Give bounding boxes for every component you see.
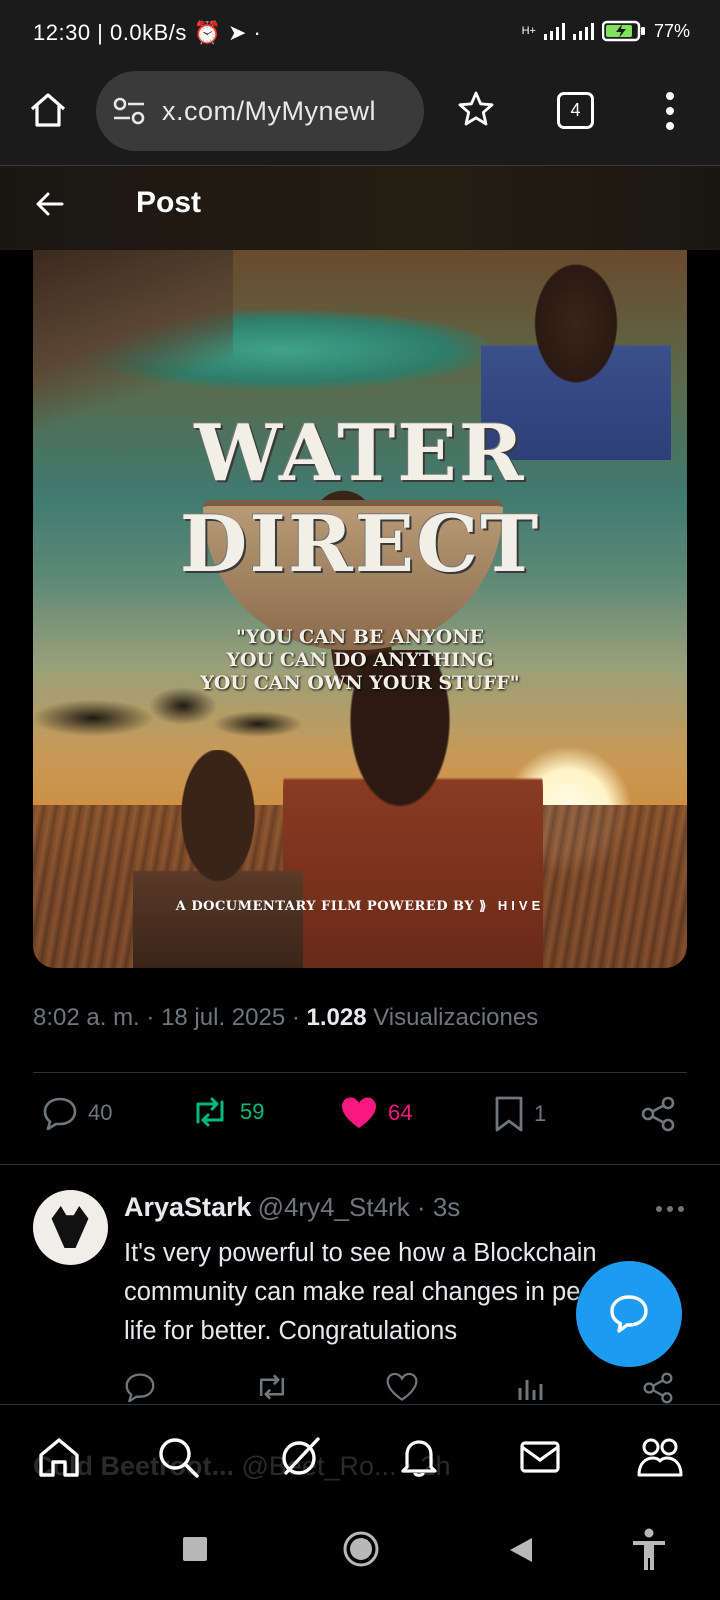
views-label: Visualizaciones bbox=[373, 1004, 539, 1031]
messages-icon[interactable] bbox=[518, 1435, 562, 1479]
next-reply-ghost: Cold Beetroot... @Beet_Ro... · 2h bbox=[33, 1451, 451, 1481]
like-count: 64 bbox=[388, 1100, 413, 1125]
share-icon bbox=[641, 1096, 675, 1132]
system-nav-bar bbox=[0, 1506, 720, 1600]
network-type: H+ bbox=[521, 25, 536, 37]
home-icon[interactable] bbox=[28, 90, 68, 130]
share-button[interactable] bbox=[640, 1096, 676, 1132]
grok-icon[interactable] bbox=[278, 1435, 322, 1479]
poster-woman bbox=[283, 650, 543, 968]
poster-headline: WATER DIRECT bbox=[179, 408, 541, 590]
repost-button[interactable]: 59 bbox=[190, 1096, 264, 1128]
reply-button[interactable]: 40 bbox=[42, 1096, 112, 1130]
wolf-sigil-icon bbox=[51, 1206, 89, 1248]
post-date: 18 jul. 2025 bbox=[161, 1004, 286, 1031]
status-bar: 12:30 | 0.0kB/s ⏰ ➤ · H+ 77% bbox=[0, 0, 720, 66]
avatar[interactable] bbox=[33, 1190, 108, 1265]
bookmark-count: 1 bbox=[534, 1101, 547, 1126]
system-home-icon[interactable] bbox=[342, 1530, 380, 1573]
communities-icon[interactable] bbox=[636, 1435, 684, 1479]
browser-toolbar: x.com/MyMynewl 4 bbox=[0, 66, 720, 166]
signal-icon bbox=[543, 22, 565, 40]
back-arrow-icon[interactable] bbox=[34, 188, 66, 220]
poster-quote: "YOU CAN BE ANYONE YOU CAN DO ANYTHING Y… bbox=[200, 626, 520, 694]
post-meta: 8:02 a. m. · 18 jul. 2025 · 1.028 Visual… bbox=[33, 1004, 539, 1031]
status-time: 12:30 | 0.0kB/s ⏰ ➤ · bbox=[33, 20, 262, 45]
site-settings-icon[interactable] bbox=[112, 96, 146, 126]
post-image[interactable]: WATER DIRECT "YOU CAN BE ANYONE YOU CAN … bbox=[33, 250, 687, 968]
home-icon[interactable] bbox=[37, 1435, 81, 1479]
post-actions: 40 59 64 1 bbox=[0, 1096, 720, 1144]
views-icon[interactable] bbox=[516, 1372, 546, 1407]
signal-2-icon bbox=[572, 22, 594, 40]
tab-switcher-button[interactable]: 4 bbox=[557, 92, 594, 129]
divider bbox=[0, 1164, 720, 1165]
page-title: Post bbox=[136, 186, 202, 219]
more-options-icon[interactable] bbox=[656, 1206, 684, 1212]
reply-author[interactable]: AryaStark @4ry4_St4rk · 3s bbox=[124, 1192, 460, 1223]
reply-actions bbox=[124, 1372, 684, 1404]
chat-bubble-icon bbox=[610, 1295, 648, 1333]
bookmark-button[interactable]: 1 bbox=[494, 1096, 546, 1132]
recents-icon[interactable] bbox=[182, 1536, 208, 1567]
browser-menu-icon[interactable] bbox=[666, 92, 674, 130]
poster-credit: A DOCUMENTARY FILM POWERED BY ⟫ HIVE bbox=[175, 898, 545, 914]
battery-percent: 77% bbox=[653, 20, 690, 41]
repost-count: 59 bbox=[240, 1099, 265, 1124]
repost-icon bbox=[196, 1097, 224, 1127]
notifications-icon[interactable] bbox=[397, 1435, 441, 1479]
views-count: 1.028 bbox=[306, 1004, 367, 1031]
battery-icon bbox=[601, 20, 645, 42]
reply-icon bbox=[43, 1097, 77, 1130]
post-time: 8:02 a. m. bbox=[33, 1004, 140, 1031]
url-text: x.com/MyMynewl bbox=[162, 96, 377, 126]
address-bar[interactable]: x.com/MyMynewl bbox=[96, 71, 424, 151]
bookmark-icon bbox=[495, 1096, 523, 1132]
like-button[interactable]: 64 bbox=[340, 1096, 412, 1130]
bottom-nav: Cold Beetroot... @Beet_Ro... · 2h bbox=[0, 1404, 720, 1506]
system-back-icon[interactable] bbox=[508, 1536, 534, 1569]
repost-icon[interactable] bbox=[254, 1372, 290, 1407]
heart-filled-icon bbox=[342, 1097, 376, 1128]
reply-count: 40 bbox=[88, 1100, 113, 1125]
search-icon[interactable] bbox=[156, 1435, 200, 1479]
compose-reply-button[interactable] bbox=[576, 1261, 682, 1367]
reply-icon[interactable] bbox=[124, 1372, 156, 1407]
bookmark-star-icon[interactable] bbox=[457, 90, 495, 128]
post-header: Post bbox=[0, 166, 720, 250]
poster-girl bbox=[133, 750, 303, 968]
divider bbox=[33, 1072, 687, 1073]
accessibility-icon[interactable] bbox=[630, 1528, 668, 1577]
status-right: H+ 77% bbox=[522, 20, 690, 42]
heart-icon[interactable] bbox=[386, 1372, 418, 1407]
